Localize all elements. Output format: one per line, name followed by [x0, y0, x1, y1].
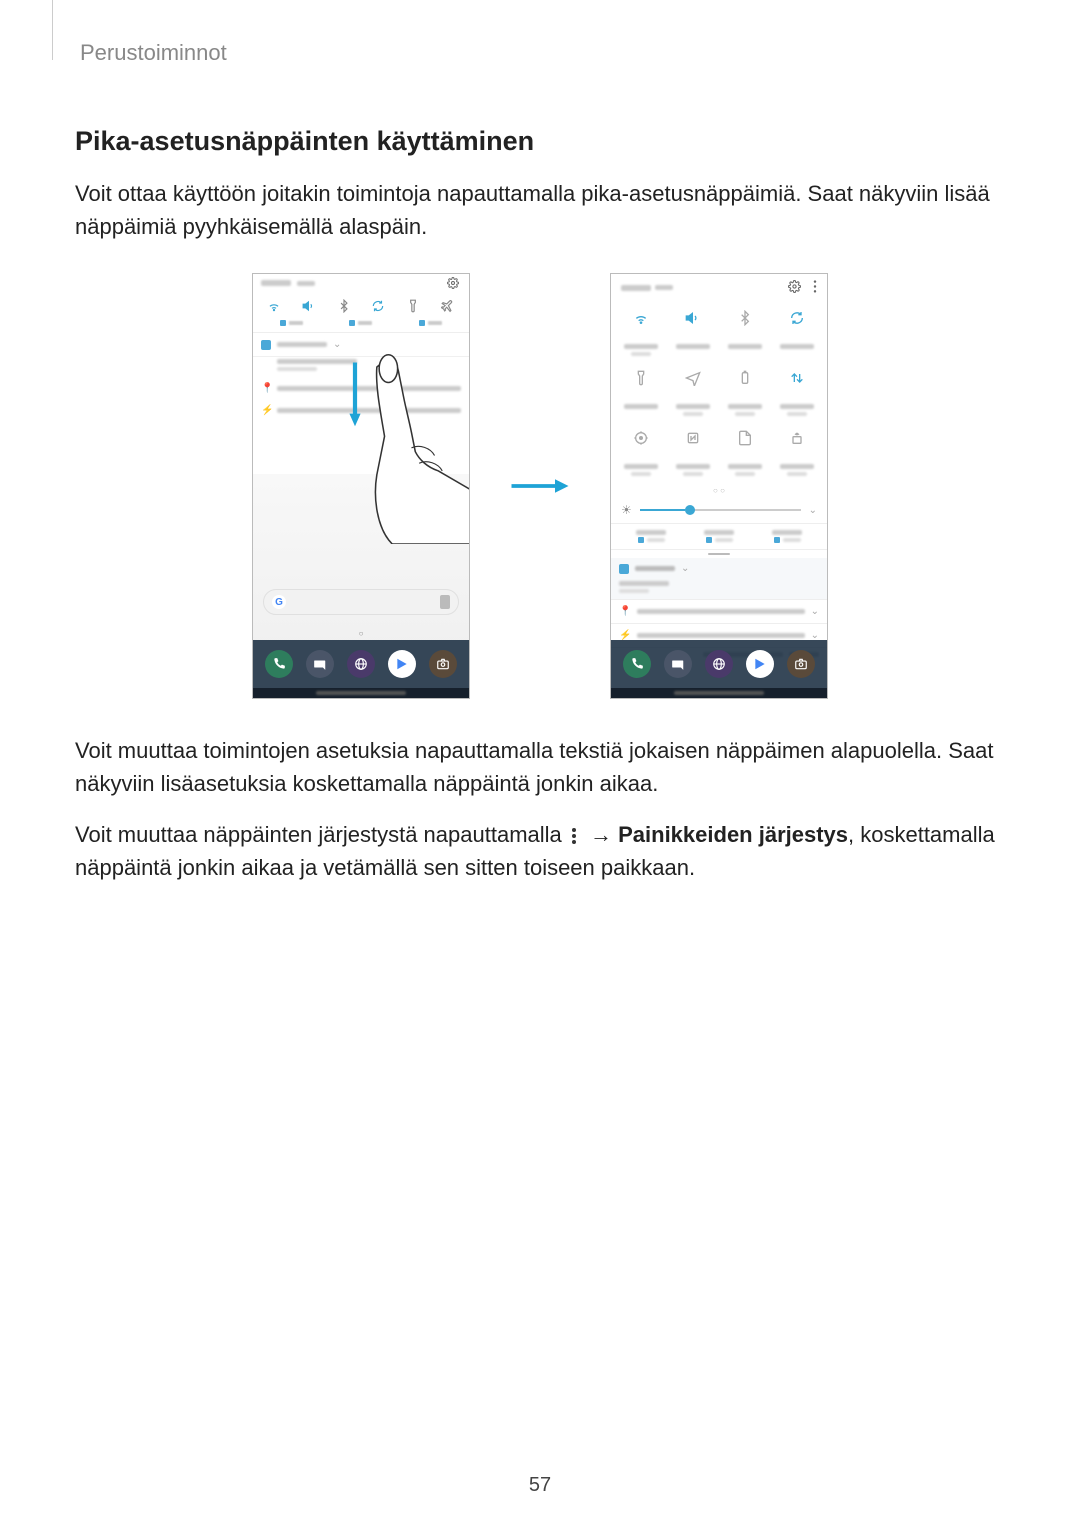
- quick-settings-grid: [611, 302, 827, 484]
- quick-wifi: [615, 306, 667, 334]
- google-search-bar: G: [263, 589, 459, 615]
- quick-toggle-row: [253, 292, 469, 318]
- more-icon: [813, 280, 817, 296]
- paragraph-settings-tap: Voit muuttaa toimintojen asetuksia napau…: [75, 734, 1005, 800]
- figure-row: ⌄ 📍 ⚡ G ○: [75, 273, 1005, 699]
- bluetooth-icon: [336, 298, 352, 314]
- notification-card: ⌄: [611, 558, 827, 599]
- phone-icon: [265, 650, 293, 678]
- quick-nfc: [667, 426, 719, 454]
- page-content: Perustoiminnot Pika-asetusnäppäinten käy…: [0, 0, 1080, 884]
- quick-airplane: [667, 366, 719, 394]
- browser-icon: [705, 650, 733, 678]
- quick-labels: [253, 318, 469, 332]
- camera-icon: [429, 650, 457, 678]
- text: →: [584, 822, 618, 847]
- margin-rule: [52, 0, 53, 60]
- section-heading: Pika-asetusnäppäinten käyttäminen: [75, 126, 1005, 157]
- gear-icon: [788, 280, 801, 296]
- quick-hotspot: [771, 426, 823, 454]
- quick-location: [615, 426, 667, 454]
- flashlight-icon: [405, 298, 421, 314]
- gear-icon: [445, 275, 461, 291]
- phone-dock: [253, 640, 469, 688]
- mic-icon: [440, 595, 450, 609]
- play-icon: [388, 650, 416, 678]
- quick-bluetooth: [719, 306, 771, 334]
- quick-rotate: [771, 306, 823, 334]
- play-icon: [746, 650, 774, 678]
- airplane-icon: [440, 298, 456, 314]
- button-order-label: Painikkeiden järjestys: [618, 822, 848, 847]
- sim-row: [611, 523, 827, 550]
- quick-data: [771, 366, 823, 394]
- message-icon: [306, 650, 334, 678]
- paragraph-intro: Voit ottaa käyttöön joitakin toimintoja …: [75, 177, 1005, 243]
- drag-handle: [611, 550, 827, 558]
- camera-icon: [787, 650, 815, 678]
- google-icon: G: [272, 595, 286, 609]
- paragraph-reorder: Voit muuttaa näppäinten järjestystä napa…: [75, 818, 1005, 884]
- page-indicator: ○ ○: [611, 484, 827, 497]
- text: Voit muuttaa näppäinten järjestystä napa…: [75, 822, 568, 847]
- phone-dock: [611, 640, 827, 688]
- brightness-icon: ☀: [621, 503, 632, 517]
- arrow-right-icon: [510, 476, 570, 496]
- figure-phone-collapsed: ⌄ 📍 ⚡ G ○: [252, 273, 470, 699]
- figure-phone-expanded: ○ ○ ☀ ⌄ ⌄ 📍⌄ ⚡⌄: [610, 273, 828, 699]
- speaker-icon: [301, 298, 317, 314]
- status-bar: [253, 274, 469, 292]
- more-icon: [571, 827, 581, 845]
- swipe-down-arrow-icon: [348, 354, 362, 434]
- quick-powersave: [719, 366, 771, 394]
- browser-icon: [347, 650, 375, 678]
- panel-top-bar: [611, 274, 827, 302]
- chevron-down-icon: ⌄: [809, 505, 817, 516]
- notification-row: 📍⌄: [611, 599, 827, 623]
- wifi-icon: [266, 298, 282, 314]
- rotate-icon: [370, 298, 386, 314]
- breadcrumb: Perustoiminnot: [80, 40, 1005, 66]
- message-icon: [664, 650, 692, 678]
- page-number: 57: [0, 1474, 1080, 1497]
- quick-file: [719, 426, 771, 454]
- phone-icon: [623, 650, 651, 678]
- quick-sound: [667, 306, 719, 334]
- brightness-slider: ☀ ⌄: [611, 497, 827, 523]
- quick-flashlight: [615, 366, 667, 394]
